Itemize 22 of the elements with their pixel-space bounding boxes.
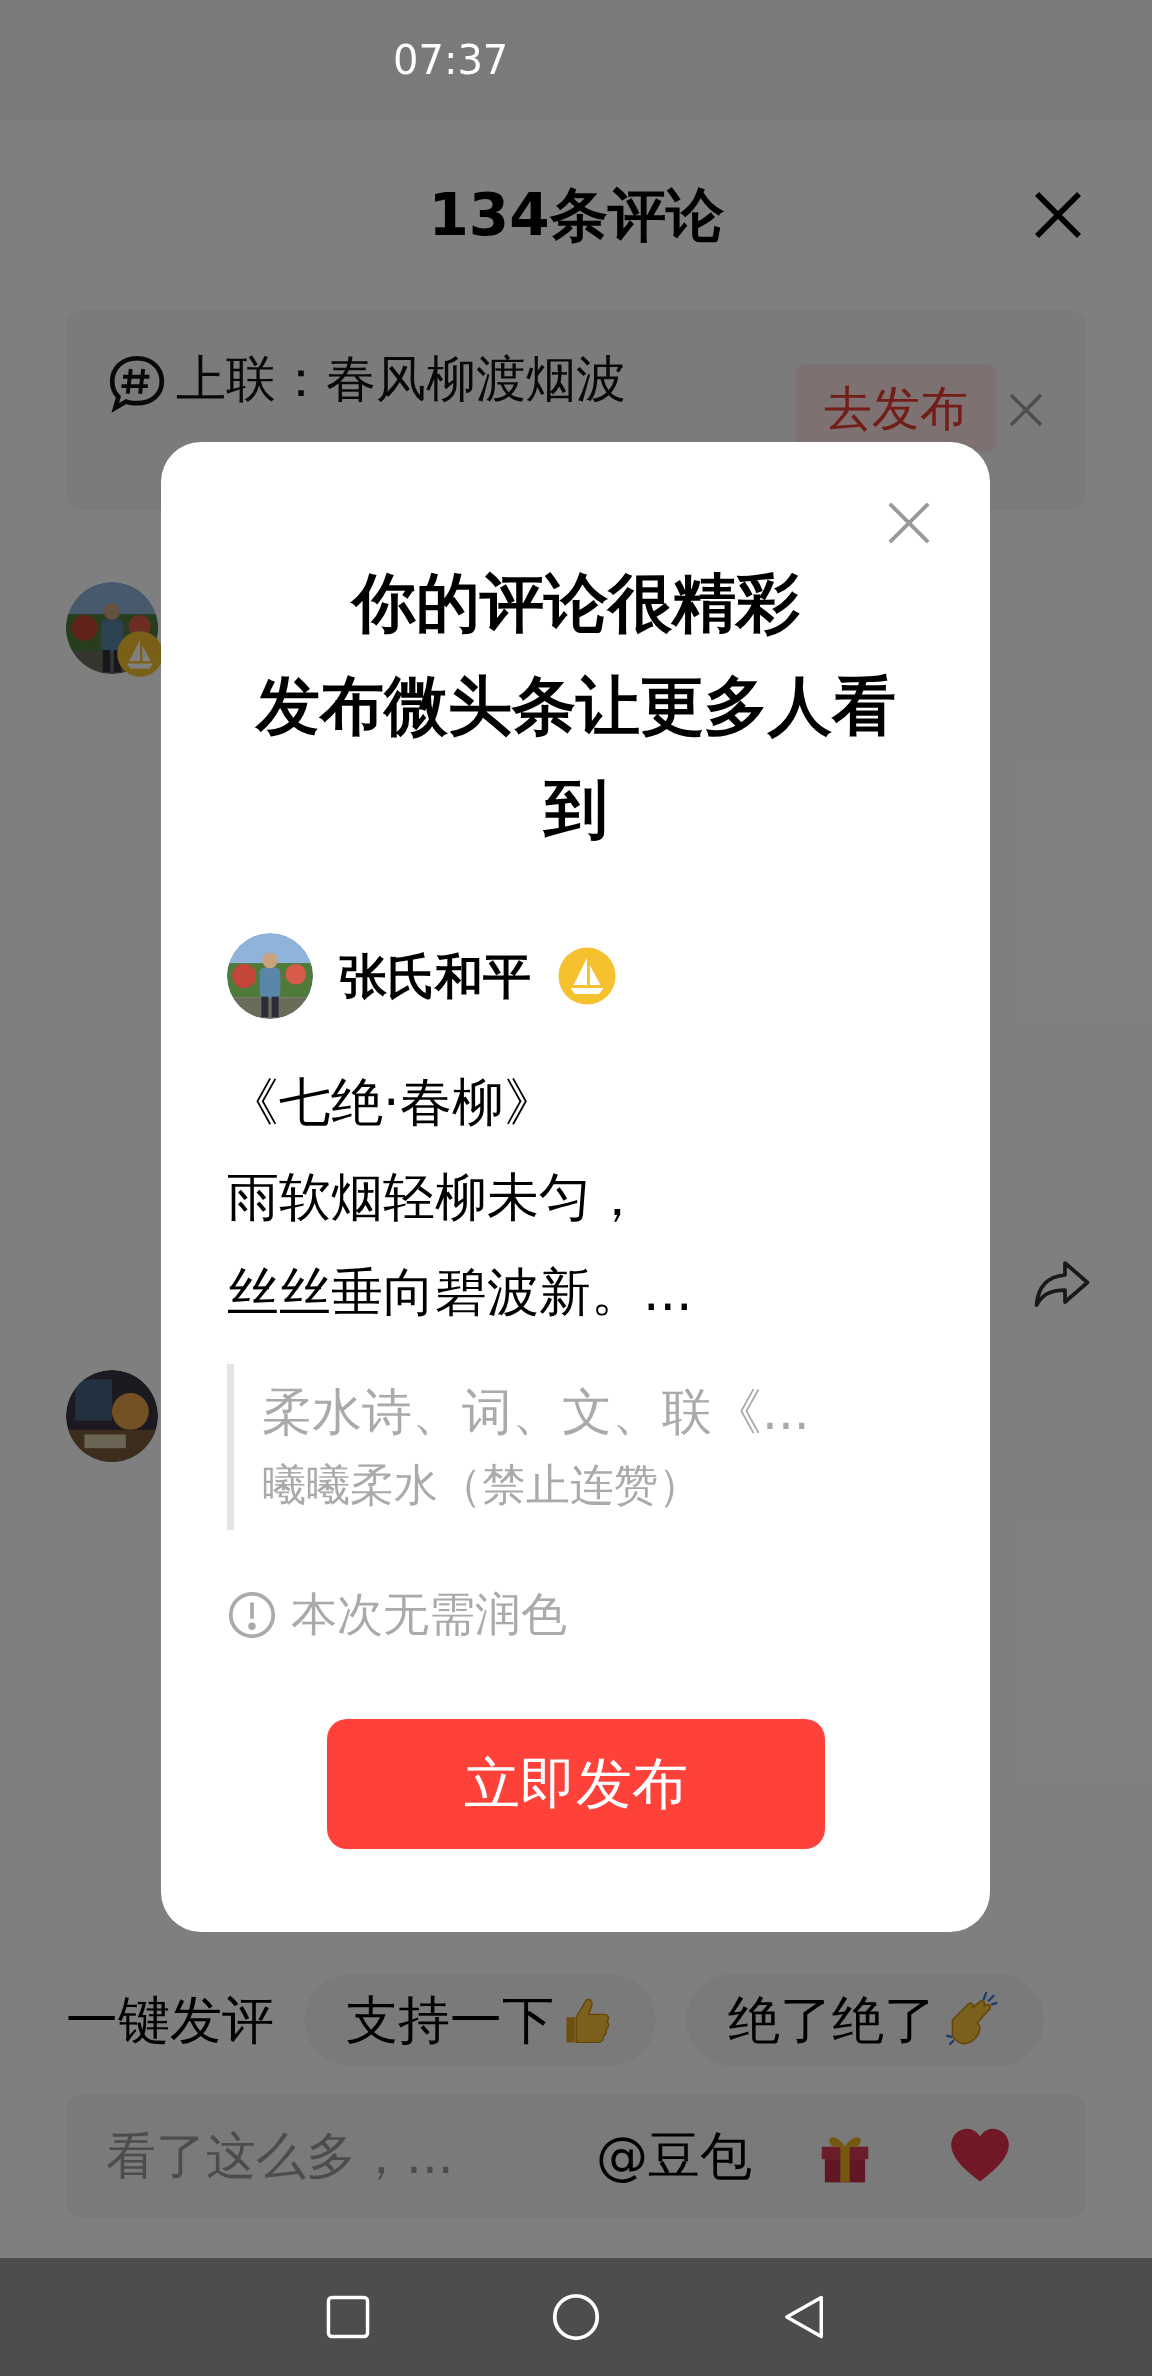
quick-reply-chip[interactable]: 绝了绝了 [686,1974,1044,2066]
poem-line: 雨软烟轻柳未匀， [227,1166,644,1229]
home-icon[interactable] [551,2292,601,2342]
author-name: 张氏和平 [339,947,531,1006]
hint-text: 本次无需润色 [291,1586,567,1643]
quote-author: 曦曦柔水（禁止连赞） [262,1458,703,1512]
sailboat-icon [557,946,617,1006]
dialog-title: 发布微头条让更多人看到 [254,668,897,848]
close-button[interactable] [886,500,932,546]
poem-line: 《七绝·春柳》 [227,1071,557,1134]
mention-button[interactable]: @豆包 [596,2117,752,2195]
quote-title: 柔水诗、词、文、联《... [262,1382,811,1443]
recent-apps-icon[interactable] [325,2294,371,2340]
info-icon [227,1589,277,1640]
dialog-title: 你的评论很精彩 [351,565,800,642]
publish-now-button[interactable]: 立即发布 [326,1719,825,1849]
status-time: 07:37 [393,36,509,85]
quick-reply-chip[interactable]: 支持一下 [304,1974,656,2066]
poem-line: 丝丝垂向碧波新。... [227,1261,694,1324]
sheet-title: 134条评论 [428,179,724,251]
topic-text: 上联：春风柳渡烟波 [176,349,627,410]
quick-reply-label: 一键发评 [66,1989,274,2052]
